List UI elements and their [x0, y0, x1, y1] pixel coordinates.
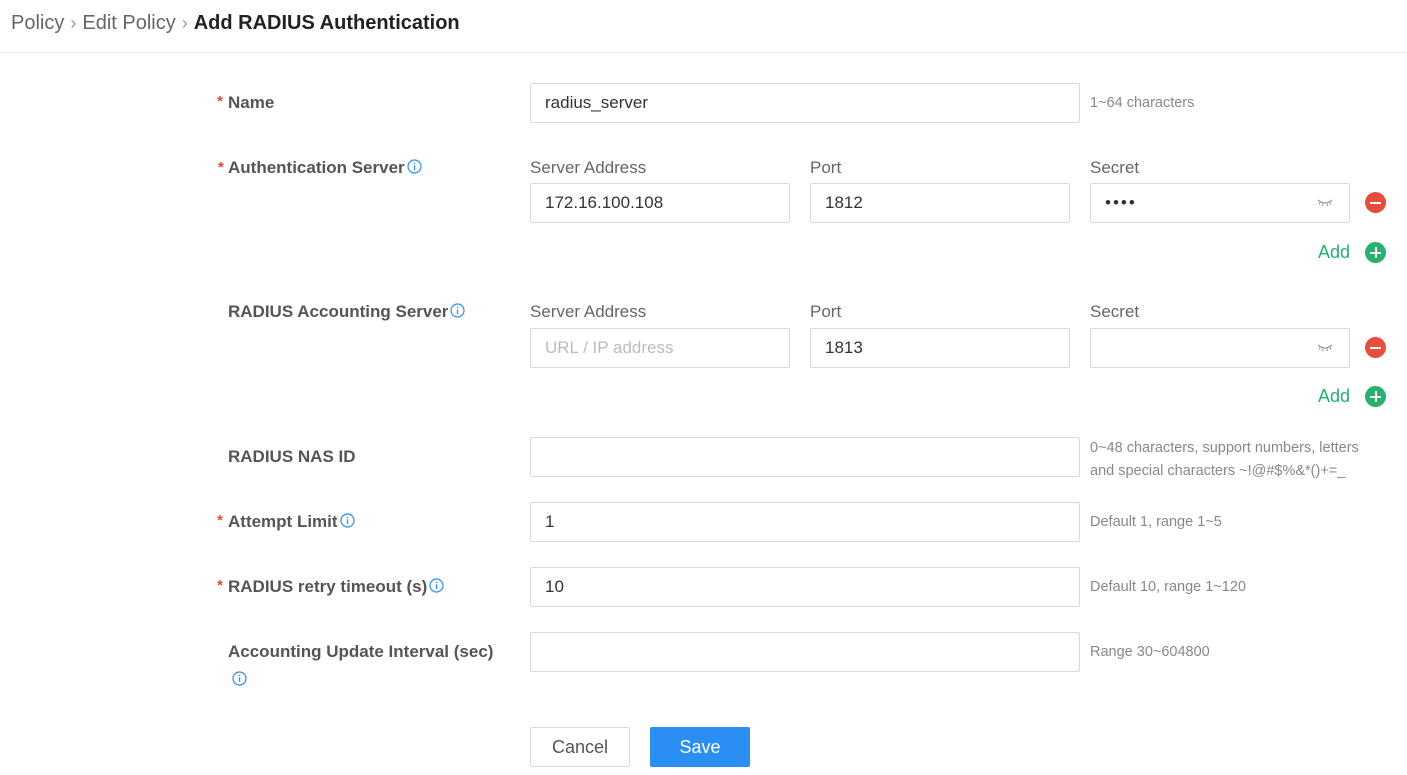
- nas-id-hint-line2: and special characters ~!@#$%&*()+=_: [1090, 463, 1346, 479]
- nas-id-input[interactable]: [530, 437, 1080, 477]
- auth-server-address-input[interactable]: [530, 183, 790, 223]
- name-label: Name: [228, 93, 275, 112]
- acct-address-column-label: Server Address: [530, 302, 647, 321]
- acct-port-column-label: Port: [810, 302, 842, 321]
- retry-timeout-label-row: RADIUS retry timeout (s): [228, 576, 444, 599]
- info-circle-icon[interactable]: [450, 302, 466, 324]
- required-mark: *: [217, 512, 223, 529]
- eye-closed-icon[interactable]: [1316, 340, 1334, 354]
- acct-server-label-row: RADIUS Accounting Server: [228, 301, 466, 324]
- cancel-button[interactable]: Cancel: [530, 727, 630, 767]
- acct-secret-field: [1090, 328, 1350, 368]
- auth-add-label[interactable]: Add: [1318, 241, 1350, 263]
- info-circle-icon[interactable]: [232, 671, 247, 691]
- auth-secret-column-label: Secret: [1090, 158, 1140, 177]
- chevron-right-icon: ›: [70, 13, 77, 33]
- nas-id-hint-line1: 0~48 characters, support numbers, letter…: [1090, 440, 1359, 456]
- nas-id-hint: 0~48 characters, support numbers, letter…: [1090, 437, 1400, 483]
- retry-timeout-label: RADIUS retry timeout (s): [228, 577, 428, 596]
- minus-circle-icon[interactable]: [1365, 337, 1386, 358]
- auth-secret-field: [1090, 183, 1350, 223]
- auth-port-column-label: Port: [810, 158, 842, 177]
- plus-circle-icon[interactable]: [1365, 386, 1386, 407]
- info-circle-icon[interactable]: [429, 577, 444, 599]
- name-hint: 1~64 characters: [1090, 95, 1195, 111]
- acct-server-label: RADIUS Accounting Server: [228, 302, 449, 321]
- page-title: Add RADIUS Authentication: [193, 12, 460, 34]
- auth-address-column-label: Server Address: [530, 158, 647, 177]
- acct-interval-label: Accounting Update Interval (sec): [228, 642, 494, 661]
- breadcrumb: Policy › Edit Policy › Add RADIUS Authentica…: [11, 11, 460, 35]
- minus-circle-icon[interactable]: [1365, 192, 1386, 213]
- attempt-limit-input[interactable]: [530, 502, 1080, 542]
- attempt-limit-hint: Default 1, range 1~5: [1090, 514, 1222, 530]
- auth-server-label-row: Authentication Server: [228, 157, 422, 180]
- required-mark: *: [217, 93, 223, 110]
- plus-circle-icon[interactable]: [1365, 242, 1386, 263]
- required-mark: *: [218, 159, 224, 176]
- breadcrumb-edit-policy[interactable]: Edit Policy: [82, 12, 175, 34]
- chevron-right-icon: ›: [181, 13, 188, 33]
- auth-server-port-input[interactable]: [810, 183, 1070, 223]
- retry-timeout-hint: Default 10, range 1~120: [1090, 579, 1246, 595]
- attempt-limit-label: Attempt Limit: [228, 512, 338, 531]
- auth-server-label: Authentication Server: [228, 158, 405, 177]
- name-input[interactable]: [530, 83, 1080, 123]
- auth-secret-input[interactable]: [1090, 183, 1350, 223]
- acct-interval-hint: Range 30~604800: [1090, 644, 1210, 660]
- nas-id-label: RADIUS NAS ID: [228, 447, 356, 466]
- breadcrumb-policy[interactable]: Policy: [11, 12, 64, 34]
- page-header: Policy › Edit Policy › Add RADIUS Authentica…: [0, 0, 1407, 53]
- eye-closed-icon[interactable]: [1316, 195, 1334, 209]
- acct-server-port-input[interactable]: [810, 328, 1070, 368]
- attempt-limit-label-row: Attempt Limit: [228, 511, 355, 534]
- save-button[interactable]: Save: [650, 727, 750, 767]
- acct-add-label[interactable]: Add: [1318, 385, 1350, 407]
- acct-secret-input[interactable]: [1090, 328, 1350, 368]
- required-mark: *: [217, 577, 223, 594]
- acct-interval-input[interactable]: [530, 632, 1080, 672]
- acct-secret-column-label: Secret: [1090, 302, 1140, 321]
- info-circle-icon[interactable]: [339, 512, 355, 534]
- retry-timeout-input[interactable]: [530, 567, 1080, 607]
- acct-server-address-input[interactable]: [530, 328, 790, 368]
- info-circle-icon[interactable]: [407, 158, 422, 180]
